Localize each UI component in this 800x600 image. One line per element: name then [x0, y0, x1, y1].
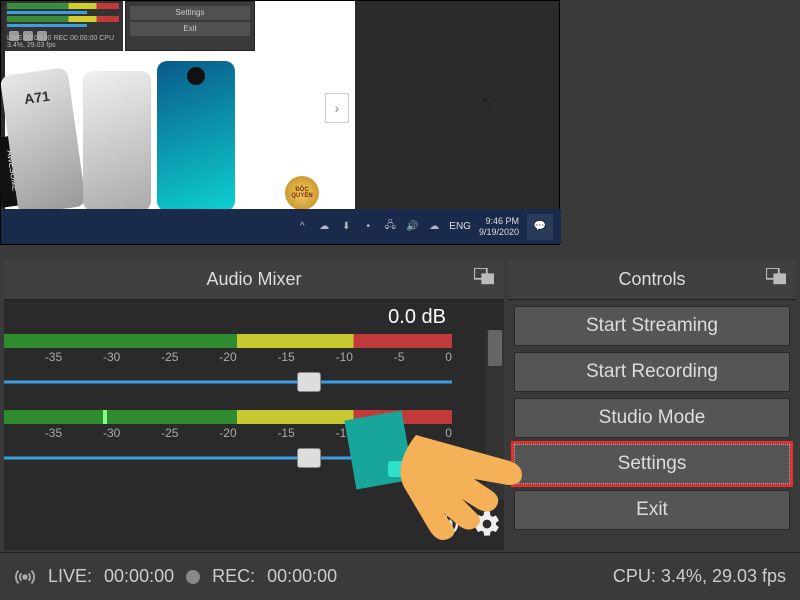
rec-time: 00:00:00: [267, 566, 337, 587]
mini-settings-button: Settings: [130, 6, 250, 20]
tray-down-icon: ⬇: [339, 220, 353, 234]
status-bar: LIVE: 00:00:00 REC: 00:00:00 CPU: 3.4%, …: [0, 552, 800, 600]
carousel-next-icon: ›: [325, 93, 349, 123]
tray-net-icon: 🖧: [383, 220, 397, 234]
windows-taskbar: ^ ☁ ⬇ • 🖧 🔊 ☁ ENG 9:46 PM 9/19/2020 💬: [1, 209, 561, 244]
exclusive-badge: ĐỘC QUYỀN: [285, 176, 319, 210]
tray-onedrive-icon: ☁: [427, 220, 441, 234]
tray-time: 9:46 PM: [479, 216, 519, 227]
live-label: LIVE:: [48, 566, 92, 587]
cursor-icon: ↖: [481, 93, 493, 110]
db-readout: 0.0 dB: [4, 306, 496, 334]
controls-panel: Controls Start Streaming Start Recording…: [508, 260, 796, 550]
live-time: 00:00:00: [104, 566, 174, 587]
audio-mixer-body: 0.0 dB -35-30-25-20-15-10-50 -35-30-25-2…: [4, 300, 504, 550]
audio-mixer-panel: Audio Mixer 0.0 dB -35-30-25-20-15-10-50…: [4, 260, 504, 550]
tray-lang: ENG: [449, 221, 471, 232]
audio-meter-2: [4, 410, 452, 424]
speaker-icon[interactable]: [432, 509, 462, 544]
settings-button[interactable]: Settings: [514, 444, 790, 484]
tray-notification-icon: 💬: [527, 214, 553, 240]
broadcast-icon: [14, 565, 36, 587]
tray-date: 9/19/2020: [479, 227, 519, 238]
mini-controls: Settings Exit: [125, 1, 255, 51]
exit-button[interactable]: Exit: [514, 490, 790, 530]
volume-slider-2[interactable]: [4, 448, 452, 468]
studio-mode-button[interactable]: Studio Mode: [514, 398, 790, 438]
rec-label: REC:: [212, 566, 255, 587]
product-phones: AWESOME: [9, 61, 235, 211]
tray-up-icon: ^: [295, 220, 309, 234]
rec-dot-icon: [186, 570, 200, 584]
preview-content: LIVE 00:00:00 REC 00:00:00 CPU 3.4%, 29.…: [5, 1, 355, 211]
cpu-readout: CPU: 3.4%, 29.03 fps: [613, 566, 786, 587]
mini-status-text: LIVE 00:00:00 REC 00:00:00 CPU 3.4%, 29.…: [7, 35, 123, 49]
tray-dot-icon: •: [361, 220, 375, 234]
mini-exit-button: Exit: [130, 22, 250, 36]
meter-ticks-1: -35-30-25-20-15-10-50: [4, 348, 452, 370]
start-recording-button[interactable]: Start Recording: [514, 352, 790, 392]
audio-meter-1: [4, 334, 452, 348]
mixer-scrollbar[interactable]: [486, 330, 504, 500]
audio-mixer-header: Audio Mixer: [4, 260, 504, 300]
audio-mixer-title: Audio Mixer: [206, 269, 301, 290]
tray-cloud-icon: ☁: [317, 220, 331, 234]
dock-icon[interactable]: [766, 268, 788, 286]
gear-icon[interactable]: [472, 509, 502, 544]
meter-ticks-2: -35-30-25-20-15-10-50: [4, 424, 452, 446]
phone-silver: [83, 71, 151, 211]
controls-header: Controls: [508, 260, 796, 300]
phone-blue: [157, 61, 235, 211]
preview-area: LIVE 00:00:00 REC 00:00:00 CPU 3.4%, 29.…: [0, 0, 560, 245]
dock-icon[interactable]: [474, 268, 496, 286]
mini-audio-mixer: LIVE 00:00:00 REC 00:00:00 CPU 3.4%, 29.…: [5, 1, 123, 51]
volume-slider-1[interactable]: [4, 372, 452, 392]
start-streaming-button[interactable]: Start Streaming: [514, 306, 790, 346]
tray-vol-icon: 🔊: [405, 220, 419, 234]
controls-title: Controls: [618, 269, 685, 290]
